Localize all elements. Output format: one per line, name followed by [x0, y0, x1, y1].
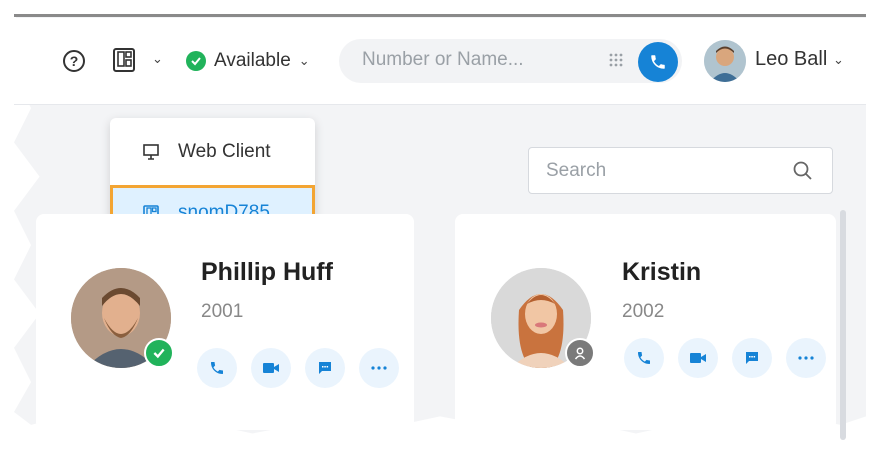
dial-search-input[interactable]: Number or Name... — [362, 49, 524, 71]
phone-icon — [638, 352, 650, 364]
available-icon — [186, 51, 206, 71]
contact-card: Kristin 2002 — [455, 214, 836, 430]
chevron-down-icon[interactable]: ⌄ — [833, 52, 844, 68]
more-icon — [371, 366, 387, 370]
video-call-button[interactable] — [251, 348, 291, 388]
contact-extension: 2002 — [622, 301, 665, 322]
contact-name: Phillip Huff — [201, 258, 333, 286]
contact-extension: 2001 — [201, 301, 244, 322]
avatar[interactable] — [704, 40, 746, 82]
help-icon[interactable]: ? — [63, 50, 85, 72]
phone-icon — [651, 55, 665, 69]
video-call-button[interactable] — [678, 338, 718, 378]
dropdown-item-label: Web Client — [178, 141, 271, 162]
contact-search-input[interactable]: Search — [528, 147, 833, 194]
desk-phone-icon[interactable] — [112, 47, 136, 73]
scrollbar[interactable] — [840, 210, 846, 440]
status-selector[interactable]: Available ⌄ — [186, 47, 310, 75]
chevron-down-icon[interactable]: ⌄ — [152, 51, 163, 67]
contact-name: Kristin — [622, 258, 702, 286]
keypad-icon[interactable] — [608, 52, 624, 68]
monitor-icon — [143, 144, 159, 160]
available-icon — [144, 338, 174, 368]
video-icon — [263, 363, 279, 373]
search-placeholder: Search — [546, 160, 607, 181]
status-label: Available — [214, 50, 291, 71]
phone-icon — [211, 362, 223, 374]
call-button[interactable] — [197, 348, 237, 388]
call-button[interactable] — [624, 338, 664, 378]
more-button[interactable] — [786, 338, 826, 378]
user-name[interactable]: Leo Ball — [755, 48, 827, 71]
contact-card: Phillip Huff 2001 — [36, 214, 414, 430]
chat-button[interactable] — [305, 348, 345, 388]
dropdown-item-web-client[interactable]: Web Client — [110, 124, 315, 180]
call-button[interactable] — [638, 42, 678, 82]
chevron-down-icon: ⌄ — [298, 53, 310, 68]
search-icon[interactable] — [792, 160, 814, 182]
video-icon — [690, 353, 706, 363]
screenshot-frame: ? ⌄ Available ⌄ Number or Name... Leo Ba… — [0, 0, 870, 461]
chat-icon — [746, 352, 758, 364]
more-button[interactable] — [359, 348, 399, 388]
offline-user-icon — [565, 338, 595, 368]
more-icon — [798, 356, 814, 360]
top-edge — [14, 14, 866, 17]
chat-button[interactable] — [732, 338, 772, 378]
chat-icon — [319, 362, 331, 374]
